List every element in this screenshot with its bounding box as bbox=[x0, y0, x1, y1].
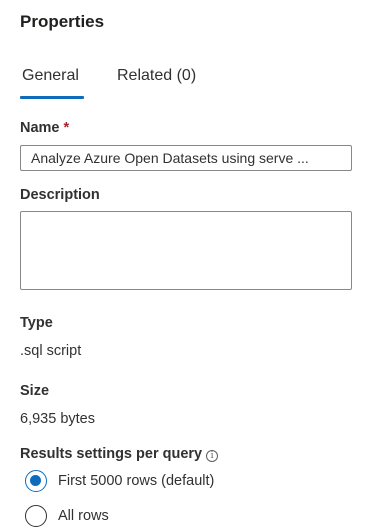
description-textarea[interactable] bbox=[20, 211, 352, 290]
radio-checked-icon[interactable] bbox=[25, 470, 47, 492]
properties-panel: Properties General Related (0) Name * De… bbox=[0, 0, 372, 532]
radio-label-all-rows: All rows bbox=[58, 508, 109, 524]
type-label: Type bbox=[20, 315, 53, 331]
size-value: 6,935 bytes bbox=[20, 411, 95, 427]
radio-label-first-5000: First 5000 rows (default) bbox=[58, 473, 215, 489]
results-settings-label-text: Results settings per query bbox=[20, 446, 203, 462]
size-label: Size bbox=[20, 383, 50, 399]
results-settings-label: Results settings per query i bbox=[20, 444, 219, 464]
name-label: Name * bbox=[20, 118, 69, 138]
radio-unchecked-icon[interactable] bbox=[25, 505, 47, 527]
panel-title: Properties bbox=[20, 12, 105, 31]
name-label-text: Name bbox=[20, 120, 60, 136]
tab-list: General Related (0) bbox=[20, 64, 360, 100]
name-input[interactable] bbox=[20, 145, 352, 171]
info-icon[interactable]: i bbox=[206, 450, 219, 462]
tab-selected-indicator bbox=[20, 96, 84, 99]
tab-general[interactable]: General bbox=[22, 64, 79, 88]
type-value: .sql script bbox=[20, 343, 82, 359]
description-label: Description bbox=[20, 187, 100, 203]
tab-related[interactable]: Related (0) bbox=[117, 64, 196, 88]
required-marker: * bbox=[63, 120, 70, 136]
